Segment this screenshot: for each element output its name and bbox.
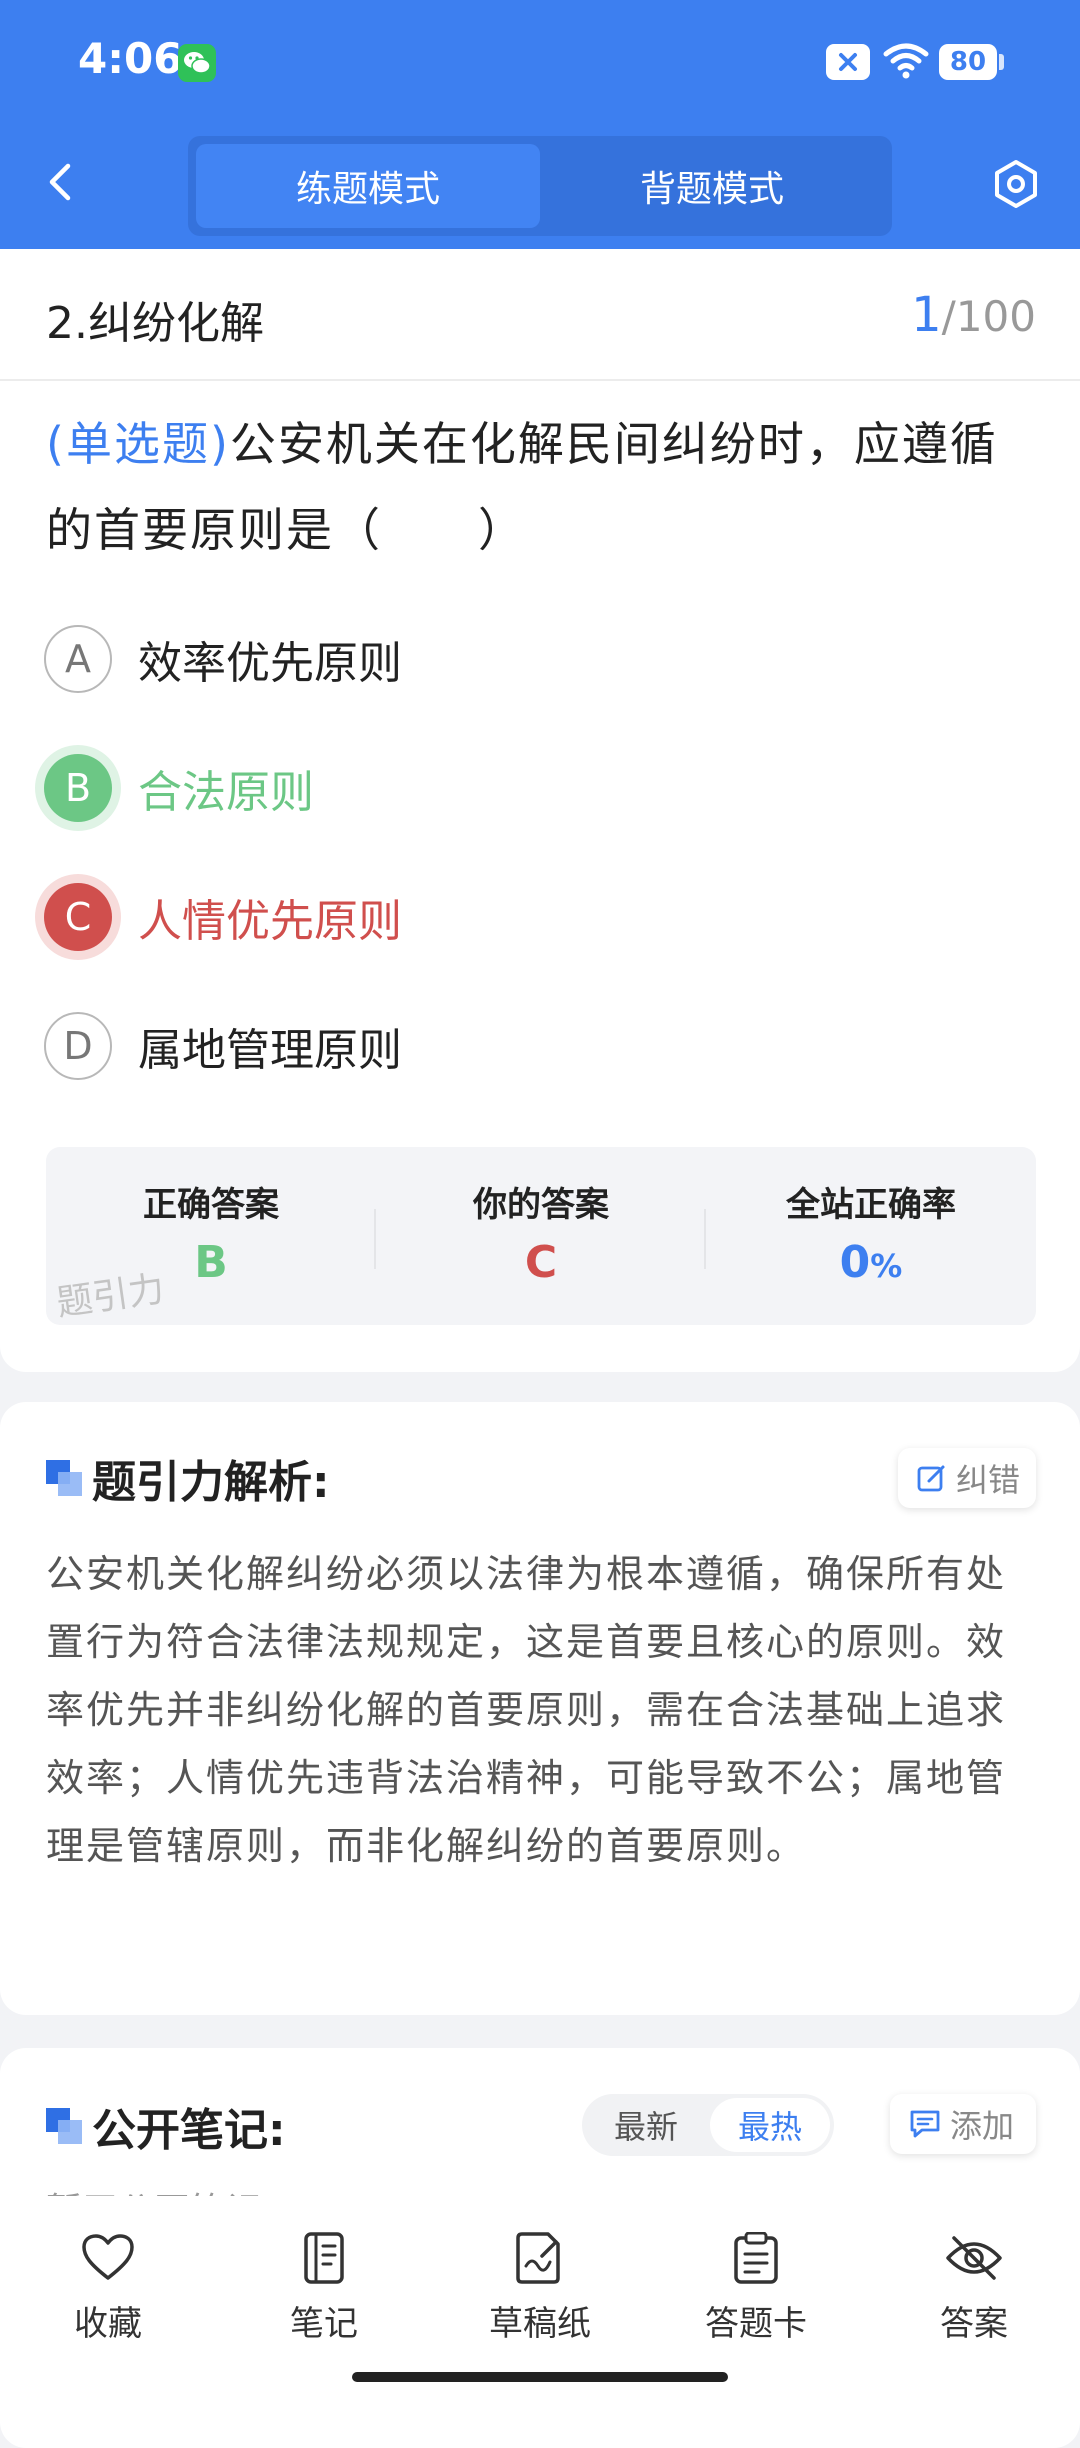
bottom-toolbar: 收藏 笔记 草稿纸 答题卡 答案 [0, 2196, 1080, 2400]
home-indicator[interactable] [352, 2372, 728, 2382]
option-text: 人情优先原则 [138, 896, 402, 947]
battery-tip [999, 54, 1004, 70]
nav-draft-label: 草稿纸 [489, 2304, 591, 2344]
add-note-button[interactable]: 添加 [890, 2094, 1036, 2154]
analysis-title: 题引力解析: [92, 1457, 330, 1508]
option-letter: D [44, 1012, 112, 1080]
question-progress: 1/100 [911, 287, 1036, 343]
accuracy-column: 全站正确率 0% [706, 1147, 1036, 1325]
heart-icon [82, 2234, 134, 2280]
nav-answer-card-label: 答题卡 [705, 2304, 807, 2344]
report-error-label: 纠错 [956, 1461, 1021, 1499]
option-c[interactable]: C 人情优先原则 [44, 879, 402, 955]
question-type-label: (单选题) [46, 417, 230, 471]
question-header: 2.纠纷化解 1/100 [0, 249, 1080, 381]
correct-answer-label: 正确答案 [143, 1185, 279, 1225]
nav-answer[interactable]: 答案 [894, 2232, 1054, 2345]
nav-favorite-label: 收藏 [74, 2304, 142, 2344]
answer-result-panel: 正确答案 B 你的答案 C 全站正确率 0% 题引力 [46, 1147, 1036, 1325]
edit-icon [917, 1465, 945, 1492]
option-a[interactable]: A 效率优先原则 [44, 621, 402, 697]
section-icon [46, 1460, 82, 1496]
notes-title: 公开笔记: [92, 2105, 286, 2156]
tab-practice-mode[interactable]: 练题模式 [196, 144, 540, 228]
section-icon [46, 2108, 82, 2144]
sort-newest[interactable]: 最新 [586, 2098, 706, 2152]
option-text: 合法原则 [138, 767, 314, 818]
option-letter: C [44, 883, 112, 951]
option-letter: B [44, 754, 112, 822]
add-note-label: 添加 [950, 2107, 1015, 2145]
status-time: 4:06 [78, 34, 183, 83]
settings-icon[interactable] [990, 158, 1042, 210]
sort-hottest[interactable]: 最热 [710, 2098, 830, 2152]
battery-level: 80 [939, 44, 997, 80]
my-answer-label: 你的答案 [473, 1185, 609, 1225]
accuracy-number: 0 [839, 1237, 871, 1288]
analysis-card: 题引力解析: 纠错 公安机关化解纠纷必须以法律为根本遵循，确保所有处置行为符合法… [0, 1402, 1080, 2015]
back-arrow-icon[interactable] [40, 160, 84, 204]
option-d[interactable]: D 属地管理原则 [44, 1008, 402, 1084]
comment-icon [910, 2110, 940, 2138]
total-count: /100 [941, 292, 1036, 341]
clipboard-icon [734, 2232, 778, 2284]
accuracy-value: 0% [706, 1237, 1036, 1288]
eye-off-icon [946, 2236, 1002, 2280]
wechat-notification-icon [178, 44, 216, 82]
notebook-icon [304, 2232, 344, 2284]
accuracy-label: 全站正确率 [786, 1185, 956, 1225]
chapter-title: 2.纠纷化解 [46, 298, 264, 349]
no-sim-icon [826, 44, 870, 80]
mode-switch: 练题模式 背题模式 [188, 136, 892, 236]
current-index: 1 [911, 287, 942, 343]
option-letter: A [44, 625, 112, 693]
nav-draft-paper[interactable]: 草稿纸 [460, 2232, 620, 2345]
nav-notes-label: 笔记 [290, 2304, 358, 2344]
nav-answer-label: 答案 [940, 2304, 1008, 2344]
top-app-bar: 4:06 80 练题模式 背题模式 [0, 0, 1080, 249]
question-card: 2.纠纷化解 1/100 (单选题)公安机关在化解民间纠纷时，应遵循的首要原则是… [0, 249, 1080, 1372]
nav-notes[interactable]: 笔记 [244, 2232, 404, 2345]
analysis-text: 公安机关化解纠纷必须以法律为根本遵循，确保所有处置行为符合法律法规规定，这是首要… [46, 1552, 1007, 1868]
option-text: 效率优先原则 [138, 638, 402, 689]
nav-favorite[interactable]: 收藏 [28, 2232, 188, 2345]
question-stem: (单选题)公安机关在化解民间纠纷时，应遵循的首要原则是（ ） [46, 401, 1036, 573]
my-answer-value: C [524, 1237, 558, 1288]
accuracy-unit: % [870, 1247, 903, 1285]
option-b[interactable]: B 合法原则 [44, 750, 314, 826]
notes-sort-toggle: 最新 最热 [582, 2094, 834, 2156]
tab-memorize-mode[interactable]: 背题模式 [540, 144, 884, 228]
draft-icon [516, 2232, 560, 2284]
report-error-button[interactable]: 纠错 [898, 1448, 1036, 1508]
option-text: 属地管理原则 [138, 1025, 402, 1076]
nav-answer-card[interactable]: 答题卡 [676, 2232, 836, 2345]
wifi-icon [883, 43, 929, 79]
my-answer-column: 你的答案 C [376, 1147, 706, 1325]
